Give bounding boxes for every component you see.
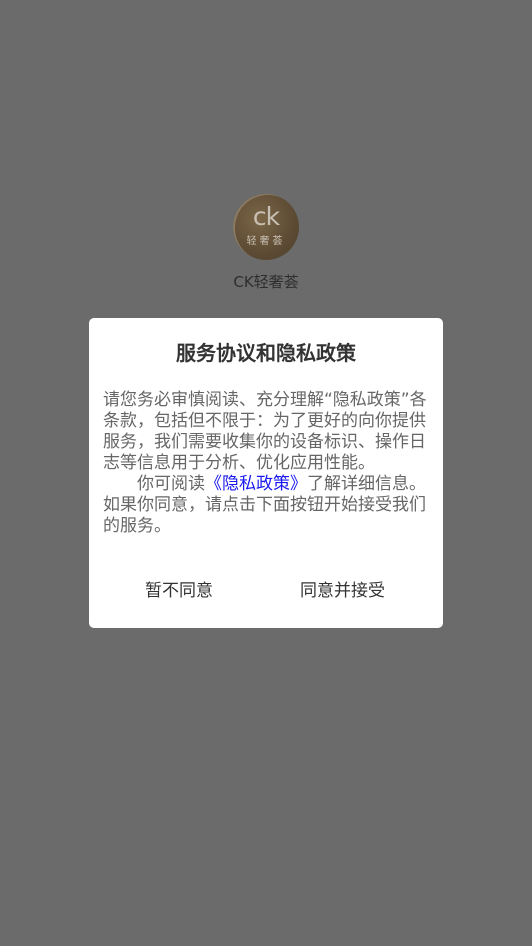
dialog-actions: 暂不同意 同意并接受	[89, 577, 443, 605]
dialog-paragraph-2: 你可阅读《隐私政策》了解详细信息。如果你同意，请点击下面按钮开始接受我们的服务。	[103, 474, 429, 537]
privacy-dialog: 服务协议和隐私政策 请您务必审慎阅读、充分理解“隐私政策”各条款，包括但不限于：…	[89, 318, 443, 628]
dialog-paragraph-1: 请您务必审慎阅读、充分理解“隐私政策”各条款，包括但不限于：为了更好的向你提供服…	[103, 390, 427, 473]
decline-button[interactable]: 暂不同意	[145, 577, 213, 605]
paragraph-2-lead: 你可阅读	[137, 474, 205, 494]
privacy-policy-link[interactable]: 《隐私政策》	[205, 474, 307, 494]
app-name: CK轻奢荟	[233, 273, 299, 291]
logo-subtitle: 轻奢荟	[246, 236, 286, 247]
dialog-body: 请您务必审慎阅读、充分理解“隐私政策”各条款，包括但不限于：为了更好的向你提供服…	[103, 390, 429, 537]
splash-brand: ck 轻奢荟 CK轻奢荟	[0, 194, 532, 291]
accept-button[interactable]: 同意并接受	[300, 577, 385, 605]
logo-mark: ck	[252, 202, 280, 231]
dialog-title: 服务协议和隐私政策	[176, 341, 356, 365]
app-logo: ck 轻奢荟	[233, 194, 299, 260]
